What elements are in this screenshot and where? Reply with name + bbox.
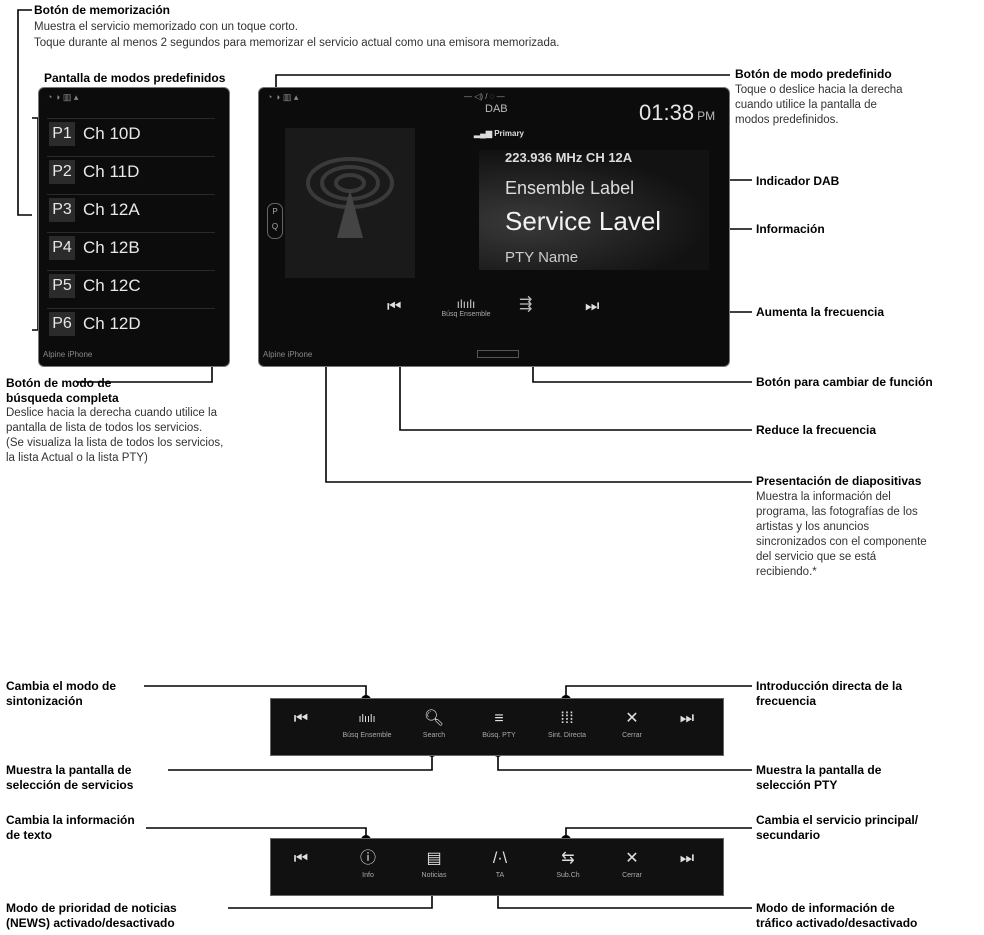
dab-indicator: ▂▄▆ Primary [474,129,524,138]
pty-search-button[interactable]: ≡ Búsq. PTY [471,699,527,755]
slideshow-area [285,128,415,278]
direct-tune-button[interactable]: ⁞⁞⁞ Sint. Directa [537,699,597,755]
tuning-mode-label-1: Cambia el modo de [6,679,117,693]
next-icon: ⏭ [679,850,695,867]
preset-mode-desc-1: Toque o deslice hacia la derecha [735,84,903,96]
volume-icon: — ◁) / ◌ — [464,92,505,101]
memo-title: Botón de memorización [34,3,171,17]
memo-desc-2: Toque durante al menos 2 segundos para m… [34,37,560,49]
reduce-freq-label: Reduce la frecuencia [756,423,877,437]
page-indicator [477,350,519,358]
close-button[interactable]: ✕ Cerrar [607,839,657,895]
device-name: Alpine iPhone [263,350,313,359]
full-search-title-2: búsqueda completa [6,391,119,405]
status-icons: ◔ ◑ ▥ ▴ [267,92,299,102]
increase-freq-label: Aumenta la frecuencia [756,305,885,319]
full-search-desc-3: (Se visualiza la lista de todos los serv… [6,437,224,449]
slideshow-desc-4: sincronizados con el componente [756,536,927,548]
prev-icon: ⏮ [293,710,309,727]
preset-item[interactable]: P1 Ch 10D [47,118,215,149]
function-switch-label: Botón para cambiar de función [756,375,933,389]
dab-indicator-label: Indicador DAB [756,174,840,188]
traffic-label-2: tráfico activado/desactivado [756,916,918,930]
full-search-title-1: Botón de modo de [6,376,112,390]
ta-button[interactable]: /·\ TA [475,839,525,895]
status-icons: ◔ ◑ ▥ ▴ [47,92,79,102]
slideshow-title: Presentación de diapositivas [756,474,922,488]
close-button[interactable]: ✕ Cerrar [607,699,657,755]
subch-button[interactable]: ⇆ Sub.Ch [541,839,595,895]
device-name: Alpine iPhone [43,350,93,359]
busq-ensemble-button[interactable]: ılıılı Búsq Ensemble [441,297,491,318]
busq-ensemble-button[interactable]: ılıılı Búsq Ensemble [339,699,395,755]
slideshow-desc-3: artistas y los anuncios [756,521,870,533]
prev-button[interactable]: ⏮ [281,839,321,895]
prev-icon[interactable]: ⏮ [387,298,401,316]
service-label: Service Lavel [505,206,662,236]
pty-select-label-2: selección PTY [756,778,838,792]
direct-freq-label-2: frecuencia [756,694,817,708]
preset-item[interactable]: P6 Ch 12D [47,308,215,339]
search-button[interactable]: 🔍︎ Search [407,699,461,755]
slideshow-desc-6: recibiendo.* [756,566,817,578]
search-icon: 🔍︎ [423,710,445,727]
service-select-label-1: Muestra la pantalla de [6,763,132,777]
prev-button[interactable]: ⏮ [281,699,321,755]
subch-label-1: Cambia el servicio principal/ [756,813,919,827]
memo-desc-1: Muestra el servicio memorizado con un to… [34,21,298,33]
preset-mode-title: Botón de modo predefinido [735,67,892,81]
clock: 01:38 PM [639,100,716,125]
band-label: DAB [485,103,508,115]
preset-screen: ◔ ◑ ▥ ▴ P1 Ch 10D P2 Ch 11D P3 Ch 12A P4 Ch … [38,87,230,367]
text-info-label-2: de texto [6,828,53,842]
preset-item[interactable]: P5 Ch 12C [47,270,215,301]
traffic-label-1: Modo de información de [756,901,895,915]
next-button[interactable]: ⏭ [667,839,707,895]
pty-name: PTY Name [505,249,579,266]
text-info-label-1: Cambia la información [6,813,135,827]
next-icon: ⏭ [679,710,695,727]
ensemble-label: Ensemble Label [505,178,635,198]
preset-item[interactable]: P3 Ch 12A [47,194,215,225]
preset-mode-button[interactable]: PQ [267,203,283,239]
next-button[interactable]: ⏭ [667,699,707,755]
direct-freq-label-1: Introducción directa de la [756,679,903,693]
info-button[interactable]: ⓘ Info [343,839,393,895]
preset-mode-desc-3: modos predefinidos. [735,114,839,126]
frequency: 223.936 MHz CH 12A [505,150,633,165]
function-switch-button[interactable]: ⇶ [519,294,532,314]
close-icon: ✕ [625,710,639,727]
subch-label-2: secundario [756,828,821,842]
tuning-mode-label-2: sintonización [6,694,83,708]
slideshow-desc-5: del servicio que se está [756,551,877,563]
info-icon: ⓘ [359,850,376,867]
full-search-desc-2: pantalla de lista de todos los servicios… [6,422,203,434]
news-label-1: Modo de prioridad de noticias [6,901,177,915]
main-screen: ◔ ◑ ▥ ▴ — ◁) / ◌ — DAB 01:38 PM ▂▄▆ Prima… [258,87,730,367]
full-search-desc-1: Deslice hacia la derecha cuando utilice … [6,407,217,419]
function-bar-2: ⏮ ⓘ Info ▤ Noticias /·\ TA ⇆ Sub.Ch ✕ Cerrar … [270,838,724,896]
prev-icon: ⏮ [293,850,309,867]
pty-select-label-1: Muestra la pantalla de [756,763,882,777]
dab-antenna-icon [306,157,394,238]
preset-item[interactable]: P2 Ch 11D [47,156,215,187]
info-label: Información [756,222,825,236]
slideshow-desc-1: Muestra la información del [756,491,891,503]
preset-item[interactable]: P4 Ch 12B [47,232,215,263]
close-icon: ✕ [625,850,639,867]
news-button[interactable]: ▤ Noticias [407,839,461,895]
keypad-icon: ⁞⁞⁞ [560,710,574,727]
preset-screen-title: Pantalla de modos predefinidos [44,71,226,85]
news-label-2: (NEWS) activado/desactivado [6,916,175,930]
full-search-desc-4: la lista Actual o la lista PTY) [6,452,148,464]
slideshow-desc-2: programa, las fotografías de los [756,506,918,518]
next-icon[interactable]: ⏭ [585,298,599,316]
preset-mode-desc-2: cuando utilice la pantalla de [735,99,877,111]
service-select-label-2: selección de servicios [6,778,134,792]
function-bar-1: ⏮ ılıılı Búsq Ensemble 🔍︎ Search ≡ Búsq. PT… [270,698,724,756]
